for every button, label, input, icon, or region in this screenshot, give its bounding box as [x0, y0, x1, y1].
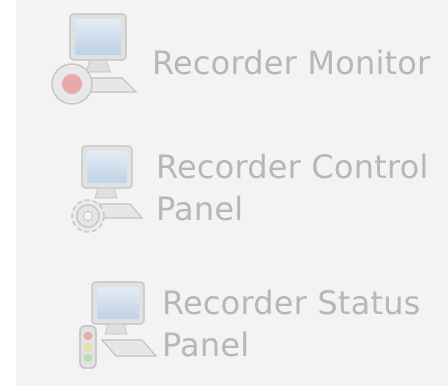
recorder-status-panel-label: Recorder Status Panel: [162, 282, 421, 366]
recorder-status-panel-label-line1: Recorder Status: [162, 284, 421, 322]
recorder-status-panel-item[interactable]: Recorder Status Panel: [16, 276, 448, 384]
monitor-traffic-light-icon: [68, 278, 172, 374]
monitor-gear-icon: [60, 142, 164, 238]
recorder-control-panel-label: Recorder Control Panel: [156, 146, 428, 230]
recorder-status-panel-label-line2: Panel: [162, 326, 250, 364]
recorder-control-panel-label-line2: Panel: [156, 190, 244, 228]
monitor-record-icon: [44, 12, 148, 108]
recorder-control-panel-label-line1: Recorder Control: [156, 148, 429, 186]
recorder-monitor-item[interactable]: Recorder Monitor: [16, 12, 448, 108]
recorder-monitor-label: Recorder Monitor: [152, 44, 431, 82]
recorder-control-panel-item[interactable]: Recorder Control Panel: [16, 138, 448, 250]
launcher-panel: Recorder Monitor Recorder Control Panel …: [16, 0, 448, 386]
